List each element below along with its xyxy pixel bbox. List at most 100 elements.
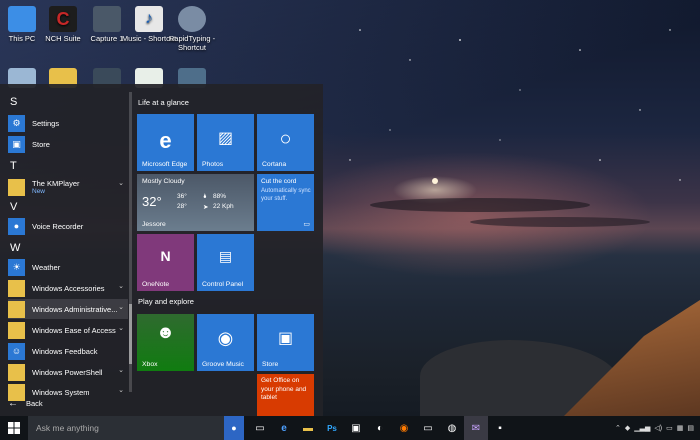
tile-label: Store — [262, 361, 279, 368]
task-view-icon[interactable]: ▭ — [248, 416, 272, 440]
app-label: Windows Accessories — [32, 283, 105, 293]
start-button[interactable] — [0, 416, 28, 440]
app-label: Windows PowerShell — [32, 367, 103, 377]
keyboard-icon[interactable]: ▦ — [677, 424, 684, 432]
tile-control-panel[interactable]: ▤ Control Panel — [197, 234, 254, 291]
chevron-down-icon[interactable]: ⌄ — [118, 179, 124, 187]
chevron-down-icon[interactable]: ⌄ — [118, 324, 124, 332]
app-settings[interactable]: ⚙ Settings — [8, 113, 128, 133]
capture-icon — [93, 6, 121, 32]
control-panel-icon: ▤ — [218, 248, 233, 264]
humidity-icon: 🌢 — [203, 193, 207, 200]
microphone-icon[interactable]: ● — [224, 416, 244, 440]
microphone-icon: ● — [8, 217, 25, 235]
tile-cut-the-cord[interactable]: Cut the cord Automatically sync your stu… — [257, 174, 314, 231]
store-bag-icon: ▣ — [277, 330, 294, 347]
tile-onenote[interactable]: N OneNote — [137, 234, 194, 291]
window-icon[interactable]: ▭ — [416, 416, 440, 440]
app-windows-powershell[interactable]: Windows PowerShell ⌄ — [8, 362, 128, 382]
app-label: Weather — [32, 262, 61, 272]
battery-icon[interactable]: ▭ — [666, 424, 673, 432]
app-windows-administrative[interactable]: Windows Administrative... ⌄ — [8, 299, 128, 319]
envelope-app-icon[interactable]: ✉ — [464, 416, 488, 440]
sync-icon: ▭ — [303, 221, 310, 228]
chevron-up-icon[interactable]: ⌃ — [615, 424, 621, 432]
chevron-down-icon[interactable]: ⌄ — [118, 386, 124, 394]
volume-icon[interactable]: ◁) — [654, 424, 662, 432]
weather-humidity: 88% — [213, 193, 227, 200]
tile-xbox[interactable]: ☻ Xbox — [137, 314, 194, 371]
store-bag-icon: ▣ — [8, 135, 25, 153]
floppy-icon[interactable]: ▪ — [488, 416, 512, 440]
tile-label: Groove Music — [202, 361, 244, 368]
app-weather[interactable]: ☀ Weather — [8, 257, 128, 277]
chevron-down-icon[interactable]: ⌄ — [118, 303, 124, 311]
weather-condition: Mostly Cloudy — [142, 178, 185, 185]
cut-the-cord-body: Automatically sync your stuff. — [261, 188, 311, 202]
firefox-icon[interactable]: ◉ — [392, 416, 416, 440]
music-file-icon: ♪ — [135, 6, 163, 32]
app-icon[interactable]: ◐ — [368, 416, 392, 440]
tray-app-icon[interactable]: ◆ — [625, 424, 630, 432]
letter-header-s[interactable]: S — [10, 96, 17, 108]
chevron-down-icon[interactable]: ⌄ — [118, 282, 124, 290]
onenote-icon: N — [160, 248, 171, 264]
groove-music-icon: ◉ — [217, 328, 234, 348]
tile-weather[interactable]: Mostly Cloudy 32° 36° 28° 🌢 88% ➤ 22 Kph… — [137, 174, 254, 231]
app-label: Windows Ease of Access — [32, 325, 116, 335]
tile-get-office[interactable]: Get Office on your phone and tablet — [257, 374, 314, 416]
system-tray: ⌃ ◆ ▁▃▅ ◁) ▭ ▦ ▤ — [615, 416, 694, 440]
desktop-icon-rapidtyping[interactable]: RapidTyping - Shortcut — [162, 2, 222, 52]
letter-header-t[interactable]: T — [10, 160, 17, 172]
section-title-life-at-a-glance: Life at a glance — [138, 98, 189, 107]
app-label: Settings — [32, 118, 60, 128]
photoshop-icon[interactable]: Ps — [320, 416, 344, 440]
folder-icon — [8, 363, 25, 381]
computer-icon — [8, 6, 36, 32]
tile-groove-music[interactable]: ◉ Groove Music — [197, 314, 254, 371]
app-voice-recorder[interactable]: ● Voice Recorder — [8, 216, 128, 236]
taskbar: Ask me anything ● ▭ e ▬ Ps ▣ ◐ ◉ ▭ ◍ ✉ ▪… — [0, 416, 700, 440]
letter-header-v[interactable]: V — [10, 201, 17, 213]
cortana-search-box[interactable]: Ask me anything — [28, 416, 224, 440]
folder-icon — [8, 321, 25, 339]
cut-the-cord-title: Cut the cord — [261, 178, 297, 185]
back-button[interactable]: ← Back — [8, 398, 43, 409]
store-bag-icon[interactable]: ▣ — [344, 416, 368, 440]
edge-icon[interactable]: e — [272, 416, 296, 440]
app-windows-feedback[interactable]: ☺ Windows Feedback — [8, 341, 128, 361]
tile-store[interactable]: ▣ Store — [257, 314, 314, 371]
edge-icon: e — [159, 128, 172, 153]
app-windows-accessories[interactable]: Windows Accessories ⌄ — [8, 278, 128, 298]
tile-photos[interactable]: ▨ Photos — [197, 114, 254, 171]
weather-wind: 22 Kph — [213, 203, 234, 210]
section-title-play-and-explore: Play and explore — [138, 297, 194, 306]
chevron-down-icon[interactable]: ⌄ — [118, 366, 124, 374]
app-list: S ⚙ Settings ▣ Store T The KMPlayer New … — [0, 84, 131, 401]
nch-suite-icon: C — [49, 6, 77, 32]
new-badge: New — [32, 188, 46, 195]
app-kmplayer[interactable]: The KMPlayer New ⌄ — [8, 175, 128, 199]
app-windows-ease-of-access[interactable]: Windows Ease of Access ⌄ — [8, 320, 128, 340]
wind-icon: ➤ — [203, 204, 209, 211]
photo-icon: ▨ — [217, 130, 234, 147]
tile-label: Microsoft Edge — [142, 161, 188, 168]
action-center-icon[interactable]: ▤ — [687, 424, 694, 432]
tile-label: Xbox — [142, 361, 158, 368]
app-list-scroll-thumb[interactable] — [129, 304, 132, 364]
feedback-icon: ☺ — [8, 342, 25, 360]
tile-microsoft-edge[interactable]: e Microsoft Edge — [137, 114, 194, 171]
file-explorer-icon[interactable]: ▬ — [296, 416, 320, 440]
app-store[interactable]: ▣ Store — [8, 134, 128, 154]
back-label: Back — [26, 399, 43, 408]
app-label: Windows System — [32, 387, 90, 397]
app-icon[interactable]: ◍ — [440, 416, 464, 440]
letter-header-w[interactable]: W — [10, 242, 20, 254]
folder-icon — [8, 279, 25, 297]
xbox-characters-icon: ☻ — [156, 322, 175, 342]
network-icon[interactable]: ▁▃▅ — [634, 424, 650, 432]
tile-cortana[interactable]: ○ Cortana — [257, 114, 314, 171]
folder-icon — [8, 300, 25, 318]
app-label: The KMPlayer — [32, 179, 80, 188]
desktop-icon-label: RapidTyping - Shortcut — [168, 34, 216, 52]
